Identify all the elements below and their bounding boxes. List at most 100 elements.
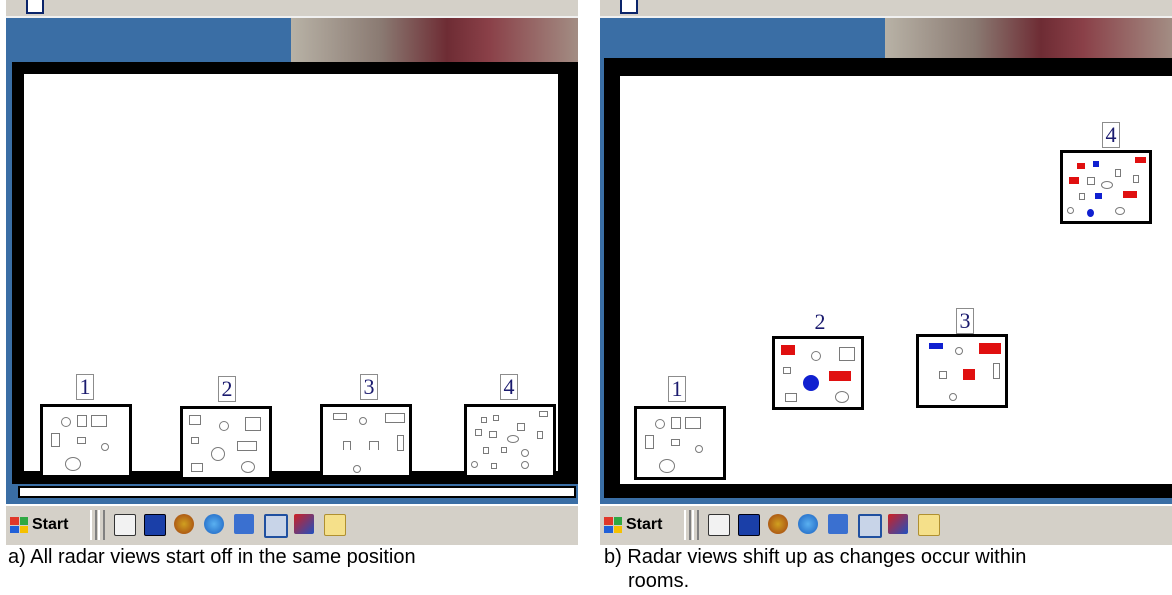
object-rect (483, 447, 489, 454)
changed-object (963, 369, 975, 380)
object-rect (385, 413, 405, 423)
object-circle (241, 461, 255, 473)
radar-label: 3 (956, 308, 974, 334)
object-rect (501, 447, 507, 453)
object-arch (369, 441, 379, 450)
radar-label: 1 (76, 374, 94, 400)
window-icon (26, 0, 44, 14)
edit-icon[interactable] (708, 514, 730, 536)
object-circle (507, 435, 519, 443)
folder-icon[interactable] (918, 514, 940, 536)
object-circle (655, 419, 665, 429)
taskbar-divider (692, 510, 699, 540)
object-rect (491, 463, 497, 469)
caption-a: a) All radar views start off in the same… (8, 546, 416, 568)
object-circle (211, 447, 225, 461)
folder-icon[interactable] (324, 514, 346, 536)
radar-view-1[interactable] (40, 404, 132, 478)
caption-b-line2: rooms. (628, 570, 690, 592)
object-circle (359, 417, 367, 425)
object-circle (471, 461, 478, 468)
changed-object (803, 375, 819, 391)
screenshot-panel-a: 1 2 3 4 Start (6, 0, 578, 545)
object-rect (785, 393, 797, 402)
notepad-icon[interactable] (294, 514, 314, 534)
monitor-icon[interactable] (858, 514, 882, 538)
object-rect (475, 429, 482, 436)
changed-object (1087, 209, 1094, 217)
word-icon[interactable] (738, 514, 760, 536)
object-circle (811, 351, 821, 361)
taskbar-divider (98, 510, 105, 540)
object-rect (1133, 175, 1139, 183)
object-circle (659, 459, 675, 473)
notepad-icon[interactable] (888, 514, 908, 534)
object-rect (939, 371, 947, 379)
object-rect (539, 411, 548, 417)
start-button[interactable]: Start (604, 512, 662, 538)
object-circle (955, 347, 963, 355)
network-icon[interactable] (828, 514, 848, 534)
changed-object (829, 371, 851, 381)
object-rect (245, 417, 261, 431)
object-circle (219, 421, 229, 431)
start-label: Start (32, 516, 69, 533)
object-circle (835, 391, 849, 403)
object-circle (1101, 181, 1113, 189)
ie-icon[interactable] (204, 514, 224, 534)
globe-icon[interactable] (174, 514, 194, 534)
globe-icon[interactable] (768, 514, 788, 534)
object-circle (353, 465, 361, 473)
object-circle (695, 445, 703, 453)
radar-label: 2 (812, 310, 828, 334)
start-label: Start (626, 516, 663, 533)
object-rect (397, 435, 404, 451)
network-icon[interactable] (234, 514, 254, 534)
taskbar-divider (684, 510, 691, 540)
start-button[interactable]: Start (10, 512, 68, 538)
object-circle (1067, 207, 1074, 214)
object-circle (65, 457, 81, 471)
object-rect (191, 437, 199, 444)
window-bottom-bar (18, 486, 576, 498)
changed-object (929, 343, 943, 349)
object-rect (189, 415, 201, 425)
top-window-strip (6, 0, 578, 18)
object-rect (671, 439, 680, 446)
object-circle (101, 443, 109, 451)
object-circle (1115, 207, 1125, 215)
changed-object (1135, 157, 1146, 163)
start-logo-icon (10, 517, 28, 533)
radar-view-2[interactable] (772, 336, 864, 410)
ie-icon[interactable] (798, 514, 818, 534)
object-rect (993, 363, 1000, 379)
radar-view-2[interactable] (180, 406, 272, 480)
object-rect (91, 415, 107, 427)
monitor-icon[interactable] (264, 514, 288, 538)
changed-object (1069, 177, 1079, 184)
radar-view-4[interactable] (1060, 150, 1152, 224)
taskbar-divider (90, 510, 97, 540)
window-icon (620, 0, 638, 14)
object-rect (685, 417, 701, 429)
radar-label: 3 (360, 374, 378, 400)
object-rect (645, 435, 654, 449)
object-circle (521, 449, 529, 457)
radar-view-4[interactable] (464, 404, 556, 478)
object-rect (77, 415, 87, 427)
edit-icon[interactable] (114, 514, 136, 536)
object-rect (671, 417, 681, 429)
object-rect (493, 415, 499, 421)
object-circle (61, 417, 71, 427)
radar-label: 2 (218, 376, 236, 402)
word-icon[interactable] (144, 514, 166, 536)
object-circle (521, 461, 529, 469)
object-rect (481, 417, 487, 423)
caption-b-line1: b) Radar views shift up as changes occur… (604, 546, 1027, 568)
object-circle (949, 393, 957, 401)
radar-view-3[interactable] (916, 334, 1008, 408)
object-rect (1079, 193, 1085, 200)
radar-view-3[interactable] (320, 404, 412, 478)
changed-object (1093, 161, 1099, 167)
radar-view-1[interactable] (634, 406, 726, 480)
